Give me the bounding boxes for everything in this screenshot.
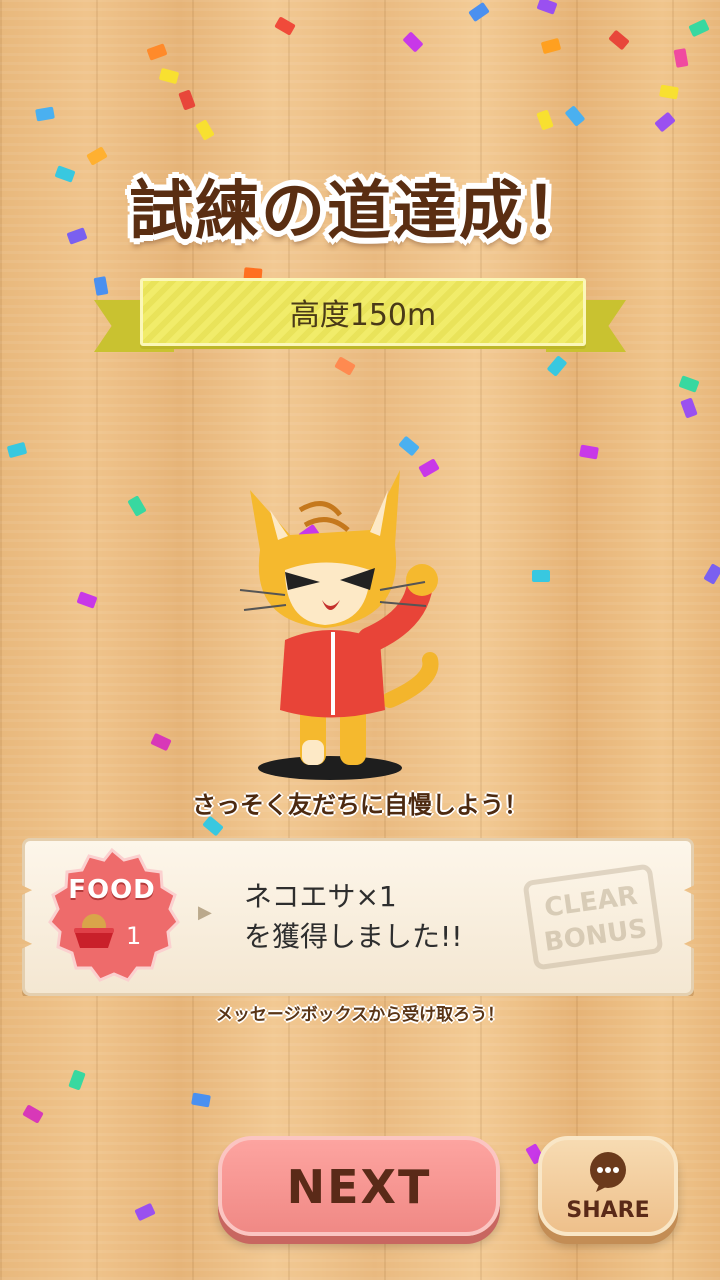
reward-message: ネコエサ×1 を獲得しました!! <box>244 877 462 957</box>
food-count: 1 <box>126 922 142 950</box>
stage-clear-title: 試練の道達成！ <box>129 175 591 249</box>
height-label: 高度150m <box>289 298 437 333</box>
clear-bonus-stamp: CLEAR BONUS <box>522 863 664 971</box>
next-button-label[interactable]: NEXT <box>218 1160 500 1214</box>
share-caption: さっそく友だちに自慢しよう！ <box>192 791 528 819</box>
message-box-hint: メッセージボックスから受け取ろう！ <box>215 1005 505 1025</box>
cat-character-illustration <box>239 470 439 780</box>
share-button-label[interactable]: SHARE <box>538 1198 678 1223</box>
food-bowl-icon <box>74 914 114 948</box>
height-ribbon: 高度150m <box>94 278 626 352</box>
reward-line-1: ネコエサ×1 <box>244 880 397 913</box>
speech-bubble-icon[interactable] <box>586 1150 630 1194</box>
reward-line-2: を獲得しました!! <box>244 920 463 953</box>
food-badge-label: FOOD <box>68 875 156 905</box>
arrow-right-icon: ▶ <box>198 902 212 923</box>
